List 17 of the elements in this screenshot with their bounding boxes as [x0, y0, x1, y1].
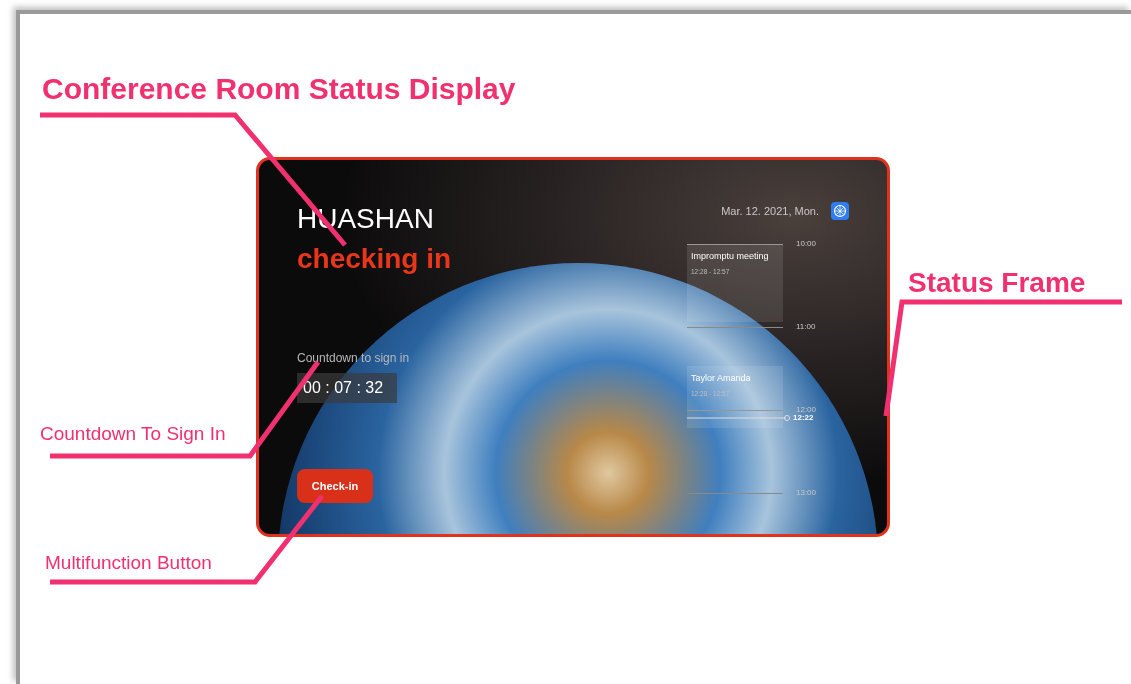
- meeting-title: Impromptu meeting: [691, 250, 770, 263]
- annotation-label: Multifunction Button: [45, 551, 212, 575]
- hour-label: 11:00: [796, 321, 816, 333]
- countdown-timer: 00 : 07 : 32: [297, 373, 397, 403]
- app-logo-icon: [831, 202, 849, 220]
- current-time: 12:22: [793, 412, 814, 424]
- annotation-label: Status Frame: [908, 266, 1086, 300]
- date-text: Mar. 12. 2021, Mon.: [721, 203, 819, 219]
- meeting-title: Taylor Amanda: [691, 372, 752, 385]
- annotation-label: Conference Room Status Display: [42, 71, 516, 107]
- annotation-label: Countdown To Sign In: [40, 422, 226, 446]
- check-in-button[interactable]: Check-in: [297, 469, 373, 503]
- hour-label: 10:00: [796, 238, 817, 250]
- countdown-label: Countdown to sign in: [297, 350, 411, 367]
- hour-label: 12:00: [796, 404, 817, 415]
- hour-label: 13:00: [796, 487, 817, 499]
- room-status: checking in: [297, 242, 452, 276]
